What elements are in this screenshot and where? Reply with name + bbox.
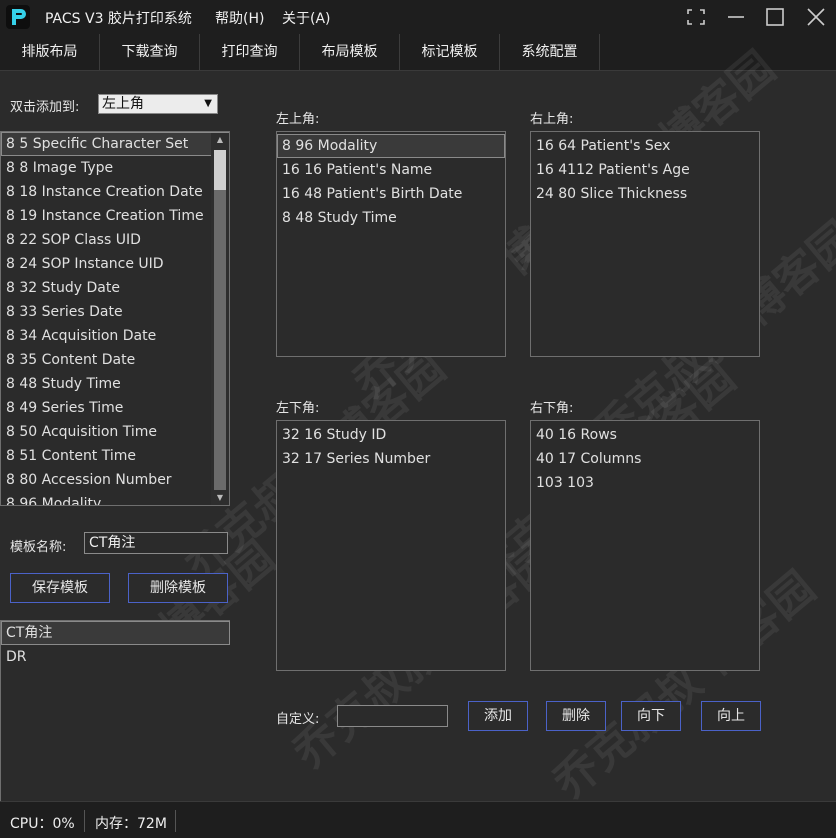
menu-help[interactable]: 帮助(H) bbox=[215, 8, 264, 28]
top-left-item[interactable]: 16 16 Patient's Name bbox=[277, 158, 505, 182]
tab-download-query[interactable]: 下载查询 bbox=[100, 34, 200, 70]
bottom-left-item[interactable]: 32 16 Study ID bbox=[277, 423, 505, 447]
tab-layout[interactable]: 排版布局 bbox=[0, 34, 100, 70]
minimize-button[interactable] bbox=[723, 5, 749, 29]
maximize-icon bbox=[766, 8, 784, 26]
tag-list-item[interactable]: 8 24 SOP Instance UID bbox=[1, 252, 229, 276]
tag-list-item[interactable]: 8 8 Image Type bbox=[1, 156, 229, 180]
add-button[interactable]: 添加 bbox=[468, 701, 528, 731]
close-button[interactable] bbox=[803, 5, 829, 29]
bottom-right-rows: 40 16 Rows 40 17 Columns 103 103 bbox=[531, 423, 759, 495]
maximize-button[interactable] bbox=[762, 5, 788, 29]
tab-mark-template[interactable]: 标记模板 bbox=[400, 34, 500, 70]
cpu-status: CPU：0% bbox=[10, 816, 75, 832]
add-to-label: 双击添加到: bbox=[10, 100, 80, 115]
custom-label: 自定义: bbox=[276, 712, 320, 727]
delete-button[interactable]: 删除 bbox=[546, 701, 606, 731]
top-right-item[interactable]: 16 4112 Patient's Age bbox=[531, 158, 759, 182]
top-right-rows: 16 64 Patient's Sex 16 4112 Patient's Age… bbox=[531, 134, 759, 206]
tag-list-item[interactable]: 8 49 Series Time bbox=[1, 396, 229, 420]
bottom-right-item[interactable]: 40 17 Columns bbox=[531, 447, 759, 471]
tab-print-query[interactable]: 打印查询 bbox=[200, 34, 300, 70]
fullscreen-button[interactable] bbox=[683, 5, 709, 29]
scroll-down-icon[interactable]: ▼ bbox=[211, 491, 229, 505]
menu-about[interactable]: 关于(A) bbox=[282, 8, 331, 28]
fullscreen-icon bbox=[687, 9, 705, 25]
bottom-left-item[interactable]: 32 17 Series Number bbox=[277, 447, 505, 471]
tag-list-item[interactable]: 8 96 Modality bbox=[1, 492, 229, 505]
move-up-button[interactable]: 向上 bbox=[701, 701, 761, 731]
template-list-item[interactable]: DR bbox=[1, 645, 230, 669]
bottom-left-label: 左下角: bbox=[276, 401, 320, 416]
tag-list-item[interactable]: 8 32 Study Date bbox=[1, 276, 229, 300]
tag-list-scrollbar[interactable]: ▲ ▼ bbox=[211, 133, 229, 505]
template-name-label: 模板名称: bbox=[10, 540, 67, 555]
add-target-select[interactable]: 左上角 ▼ bbox=[98, 94, 218, 114]
top-left-item[interactable]: 8 96 Modality bbox=[277, 134, 505, 158]
top-left-label: 左上角: bbox=[276, 112, 320, 127]
title-bar: PACS V3 胶片打印系统 帮助(H) 关于(A) bbox=[0, 0, 836, 34]
minimize-icon bbox=[728, 16, 744, 18]
template-name-input[interactable]: CT角注 bbox=[84, 532, 228, 554]
tab-layout-template[interactable]: 布局模板 bbox=[300, 34, 400, 70]
tab-system-config[interactable]: 系统配置 bbox=[500, 34, 600, 70]
tag-list-item[interactable]: 8 33 Series Date bbox=[1, 300, 229, 324]
memory-status: 内存：72M bbox=[95, 816, 167, 832]
tag-list-rows: 8 5 Specific Character Set 8 8 Image Type… bbox=[1, 132, 229, 505]
top-right-label: 右上角: bbox=[530, 112, 574, 127]
tag-list-item[interactable]: 8 19 Instance Creation Time bbox=[1, 204, 229, 228]
tag-list-item[interactable]: 8 50 Acquisition Time bbox=[1, 420, 229, 444]
scroll-up-icon[interactable]: ▲ bbox=[211, 133, 229, 147]
template-list-item[interactable]: CT角注 bbox=[1, 621, 230, 645]
bottom-left-rows: 32 16 Study ID 32 17 Series Number bbox=[277, 423, 505, 471]
scroll-track[interactable] bbox=[214, 190, 226, 490]
tag-list-item[interactable]: 8 34 Acquisition Date bbox=[1, 324, 229, 348]
tab-bar: 排版布局 下载查询 打印查询 布局模板 标记模板 系统配置 bbox=[0, 34, 836, 71]
save-template-button[interactable]: 保存模板 bbox=[10, 573, 110, 603]
close-icon bbox=[807, 8, 825, 26]
bottom-right-item[interactable]: 103 103 bbox=[531, 471, 759, 495]
delete-template-button[interactable]: 删除模板 bbox=[128, 573, 228, 603]
template-list-rows: CT角注 DR bbox=[1, 621, 230, 669]
tag-list-item[interactable]: 8 48 Study Time bbox=[1, 372, 229, 396]
top-right-item[interactable]: 16 64 Patient's Sex bbox=[531, 134, 759, 158]
bottom-right-item[interactable]: 40 16 Rows bbox=[531, 423, 759, 447]
status-divider bbox=[84, 810, 85, 832]
custom-input[interactable] bbox=[337, 705, 448, 727]
tag-list-item[interactable]: 8 51 Content Time bbox=[1, 444, 229, 468]
tag-list[interactable]: 8 5 Specific Character Set 8 8 Image Type… bbox=[0, 131, 230, 506]
app-title: PACS V3 胶片打印系统 bbox=[45, 11, 192, 27]
tag-list-item[interactable]: 8 22 SOP Class UID bbox=[1, 228, 229, 252]
template-list[interactable]: CT角注 DR bbox=[0, 620, 230, 802]
scroll-thumb[interactable] bbox=[214, 150, 226, 190]
move-down-button[interactable]: 向下 bbox=[621, 701, 681, 731]
app-logo-icon bbox=[6, 5, 30, 29]
tag-list-item[interactable]: 8 80 Accession Number bbox=[1, 468, 229, 492]
tag-list-item[interactable]: 8 5 Specific Character Set bbox=[1, 132, 229, 156]
tag-list-item[interactable]: 8 35 Content Date bbox=[1, 348, 229, 372]
status-bar: CPU：0% 内存：72M bbox=[0, 801, 836, 838]
top-left-rows: 8 96 Modality 16 16 Patient's Name 16 48 P… bbox=[277, 134, 505, 230]
chevron-down-icon: ▼ bbox=[204, 98, 212, 109]
bottom-right-label: 右下角: bbox=[530, 401, 574, 416]
top-right-item[interactable]: 24 80 Slice Thickness bbox=[531, 182, 759, 206]
top-left-item[interactable]: 8 48 Study Time bbox=[277, 206, 505, 230]
top-left-list[interactable]: 8 96 Modality 16 16 Patient's Name 16 48 P… bbox=[276, 131, 506, 357]
add-target-value: 左上角 bbox=[102, 96, 144, 112]
tag-list-item[interactable]: 8 18 Instance Creation Date bbox=[1, 180, 229, 204]
bottom-left-list[interactable]: 32 16 Study ID 32 17 Series Number bbox=[276, 420, 506, 671]
top-right-list[interactable]: 16 64 Patient's Sex 16 4112 Patient's Age… bbox=[530, 131, 760, 357]
bottom-right-list[interactable]: 40 16 Rows 40 17 Columns 103 103 bbox=[530, 420, 760, 671]
top-left-item[interactable]: 16 48 Patient's Birth Date bbox=[277, 182, 505, 206]
status-divider bbox=[175, 810, 176, 832]
